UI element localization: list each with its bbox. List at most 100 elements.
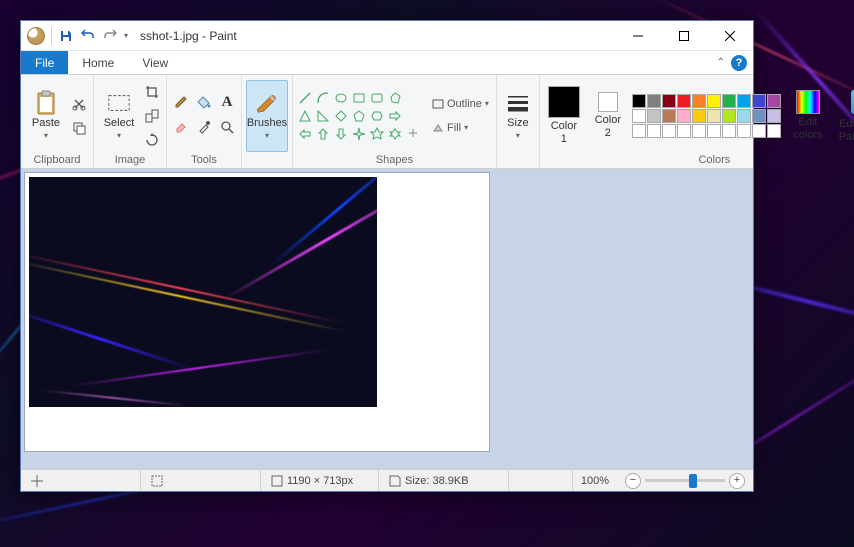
cut-icon[interactable] (69, 94, 89, 114)
picker-icon[interactable] (194, 117, 214, 137)
maximize-button[interactable] (661, 21, 707, 51)
color-swatch[interactable] (707, 109, 721, 123)
color-swatch[interactable] (707, 94, 721, 108)
color-swatch[interactable] (752, 124, 766, 138)
page-icon (271, 475, 283, 487)
rotate-icon[interactable] (142, 130, 162, 150)
zoom-slider[interactable]: − + (617, 473, 753, 489)
color-swatch[interactable] (767, 124, 781, 138)
color2-button[interactable]: Color 2 (590, 80, 626, 152)
redo-icon[interactable] (102, 28, 118, 44)
color-swatch[interactable] (692, 94, 706, 108)
magnifier-icon[interactable] (217, 117, 237, 137)
paste-label: Paste (32, 117, 60, 129)
color-swatch[interactable] (677, 94, 691, 108)
color-swatch[interactable] (662, 94, 676, 108)
shapes-more-icon[interactable] (405, 126, 421, 142)
shape-pentagon-icon[interactable] (351, 108, 367, 124)
color-swatch[interactable] (767, 109, 781, 123)
titlebar: ▾ sshot-1.jpg - Paint (21, 21, 753, 51)
shape-rtriangle-icon[interactable] (315, 108, 331, 124)
color-swatch[interactable] (677, 109, 691, 123)
shape-star5-icon[interactable] (369, 126, 385, 142)
color-swatch[interactable] (722, 109, 736, 123)
color-swatch[interactable] (632, 109, 646, 123)
minimize-button[interactable] (615, 21, 661, 51)
eraser-icon[interactable] (171, 117, 191, 137)
save-icon[interactable] (58, 28, 74, 44)
color-swatch[interactable] (722, 124, 736, 138)
color-swatch[interactable] (737, 124, 751, 138)
shape-polygon-icon[interactable] (387, 90, 403, 106)
shape-arrow-right-icon[interactable] (387, 108, 403, 124)
shape-roundrect-icon[interactable] (369, 90, 385, 106)
select-button[interactable]: Select ▾ (98, 80, 140, 152)
zoom-thumb[interactable] (689, 474, 697, 488)
color-swatch[interactable] (632, 94, 646, 108)
shape-curve-icon[interactable] (315, 90, 331, 106)
collapse-ribbon-icon[interactable]: ⌃ (717, 57, 725, 68)
edit-colors-button[interactable]: Edit colors (787, 80, 829, 152)
color-swatch[interactable] (707, 124, 721, 138)
tab-file[interactable]: File (21, 51, 68, 74)
color1-swatch (548, 86, 580, 118)
color-swatch[interactable] (692, 109, 706, 123)
color-swatch[interactable] (737, 94, 751, 108)
paint3d-icon (848, 88, 854, 116)
size-button[interactable]: Size ▾ (501, 80, 535, 152)
text-icon[interactable]: A (217, 92, 237, 112)
tab-view[interactable]: View (128, 51, 182, 74)
zoom-track[interactable] (645, 479, 725, 482)
color-swatch[interactable] (647, 94, 661, 108)
copy-icon[interactable] (69, 118, 89, 138)
shape-arrow-up-icon[interactable] (315, 126, 331, 142)
resize-icon[interactable] (142, 106, 162, 126)
color-swatch[interactable] (737, 109, 751, 123)
paste-button[interactable]: Paste ▾ (25, 80, 67, 152)
undo-icon[interactable] (80, 28, 96, 44)
color-swatch[interactable] (692, 124, 706, 138)
filesize-text: Size: 38.9KB (405, 475, 469, 487)
shape-star4-icon[interactable] (351, 126, 367, 142)
shape-rect-icon[interactable] (351, 90, 367, 106)
pencil-icon[interactable] (171, 92, 191, 112)
shape-diamond-icon[interactable] (333, 108, 349, 124)
color-swatch[interactable] (662, 109, 676, 123)
shape-arrow-left-icon[interactable] (297, 126, 313, 142)
color-swatch[interactable] (662, 124, 676, 138)
color-swatch[interactable] (752, 94, 766, 108)
tab-home[interactable]: Home (68, 51, 128, 74)
qat-dropdown-icon[interactable]: ▾ (124, 31, 128, 40)
color2-label: Color 2 (595, 114, 621, 138)
shape-fill-button[interactable]: Fill ▾ (429, 118, 492, 138)
color-swatch[interactable] (647, 109, 661, 123)
color-swatch[interactable] (752, 109, 766, 123)
shape-oval-icon[interactable] (333, 90, 349, 106)
color1-button[interactable]: Color 1 (544, 80, 584, 152)
close-button[interactable] (707, 21, 753, 51)
fill-icon[interactable] (194, 92, 214, 112)
chevron-down-icon: ▾ (265, 131, 269, 140)
color-swatch[interactable] (722, 94, 736, 108)
color-swatch[interactable] (677, 124, 691, 138)
shape-star6-icon[interactable] (387, 126, 403, 142)
color-swatch[interactable] (632, 124, 646, 138)
color-swatch[interactable] (767, 94, 781, 108)
zoom-out-button[interactable]: − (625, 473, 641, 489)
color-swatch[interactable] (647, 124, 661, 138)
zoom-in-button[interactable]: + (729, 473, 745, 489)
window-controls (615, 21, 753, 51)
shape-hexagon-icon[interactable] (369, 108, 385, 124)
paint3d-button[interactable]: Edit with Paint 3D (835, 80, 854, 152)
crop-icon[interactable] (142, 82, 162, 102)
canvas-area[interactable] (21, 169, 753, 469)
shape-line-icon[interactable] (297, 90, 313, 106)
canvas[interactable] (25, 173, 489, 451)
help-icon[interactable]: ? (731, 55, 747, 71)
quick-access-toolbar: ▾ (21, 21, 134, 50)
shapes-gallery[interactable] (297, 90, 421, 142)
shape-arrow-down-icon[interactable] (333, 126, 349, 142)
brushes-button[interactable]: Brushes ▾ (246, 80, 288, 152)
shape-outline-button[interactable]: Outline ▾ (429, 94, 492, 114)
shape-triangle-icon[interactable] (297, 108, 313, 124)
